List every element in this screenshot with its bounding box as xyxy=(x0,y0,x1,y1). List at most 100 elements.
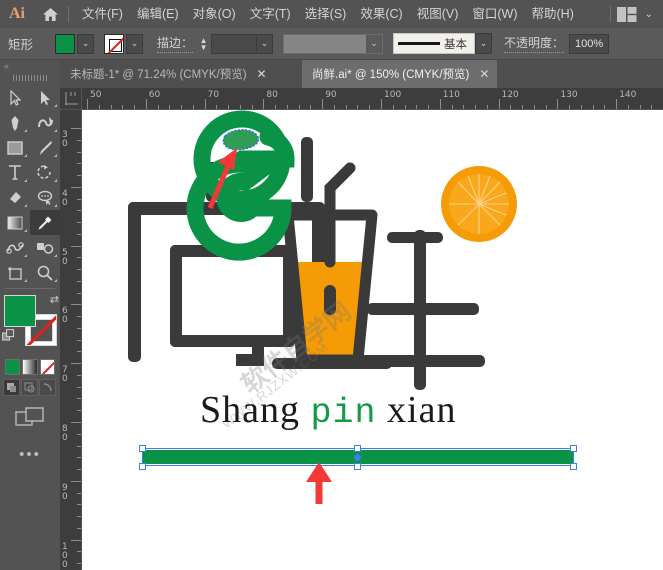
menu-edit[interactable]: 编辑(E) xyxy=(130,0,186,28)
tool-flyout-corner-icon xyxy=(24,179,27,182)
stroke-weight-dropdown-icon[interactable]: ⌄ xyxy=(256,35,272,53)
stroke-weight-stepper[interactable]: ▲▼ xyxy=(199,37,208,51)
menu-effect[interactable]: 效果(C) xyxy=(353,0,409,28)
fill-color-indicator[interactable] xyxy=(4,295,36,327)
selection-handle-bottom-right[interactable] xyxy=(570,463,577,470)
artboard-tool[interactable] xyxy=(0,260,30,285)
curvature-tool[interactable] xyxy=(30,110,60,135)
menu-type[interactable]: 文字(T) xyxy=(243,0,298,28)
ruler-tick-major xyxy=(205,99,206,110)
default-fill-stroke-icon[interactable] xyxy=(2,329,15,347)
tab-untitled-1-close-icon[interactable]: ✕ xyxy=(257,67,267,81)
shape-builder-tool[interactable] xyxy=(0,185,30,210)
app-logo-icon: Ai xyxy=(0,0,34,28)
ruler-label: 120 xyxy=(502,90,519,100)
blend-tool[interactable] xyxy=(0,235,30,260)
selection-handle-bottom-left[interactable] xyxy=(139,463,146,470)
ruler-label: 9 0 xyxy=(62,484,71,502)
workspace-chevron-down-icon[interactable]: ⌄ xyxy=(645,9,653,20)
fill-swatch-dropdown[interactable]: ⌄ xyxy=(77,34,94,54)
symbol-sprayer-tool[interactable] xyxy=(30,235,60,260)
tool-flyout-corner-icon xyxy=(24,154,27,157)
home-icon[interactable] xyxy=(34,0,66,28)
brush-definition-dropdown[interactable]: ⌄ xyxy=(475,33,492,54)
tab-shangxian-ai-label: 尚鲜.ai* @ 150% (CMYK/预览) xyxy=(312,66,469,82)
ruler-tick-major xyxy=(87,99,88,110)
stroke-swatch-group: ⌄ xyxy=(104,34,143,54)
color-mode-gradient[interactable] xyxy=(22,359,37,375)
selected-object-type-label: 矩形 xyxy=(8,34,33,53)
artboard-canvas[interactable]: 软件自学网 WWW.RJZXW.COM Shang pin xian xyxy=(82,110,663,570)
fill-color-swatch[interactable] xyxy=(55,34,75,54)
zoom-tool[interactable] xyxy=(30,260,60,285)
draw-normal-mode[interactable] xyxy=(3,379,20,396)
stroke-profile-field[interactable]: ⌄ xyxy=(283,34,383,54)
selection-handle-bottom-center[interactable] xyxy=(354,463,361,470)
selection-handle-top-center[interactable] xyxy=(354,445,361,452)
ruler-label: 4 0 xyxy=(62,190,71,208)
horizontal-ruler[interactable]: 5060708090100110120130140 xyxy=(82,88,663,110)
fill-swatch-group: ⌄ xyxy=(55,34,94,54)
rotate-tool[interactable] xyxy=(30,160,60,185)
brush-definition-field[interactable]: 基本 xyxy=(393,33,475,54)
opacity-value-field[interactable]: 100% xyxy=(569,34,609,54)
tagline-text: Shang pin xian xyxy=(200,388,456,433)
edit-toolbar-ellipsis-icon[interactable]: ••• xyxy=(0,428,60,463)
ruler-origin-corner[interactable] xyxy=(60,88,82,110)
rectangle-tool[interactable] xyxy=(0,135,30,160)
menu-divider xyxy=(68,6,69,22)
menu-window[interactable]: 窗口(W) xyxy=(465,0,524,28)
paintbrush-tool[interactable] xyxy=(30,135,60,160)
ruler-label: 130 xyxy=(560,90,577,100)
menu-object[interactable]: 对象(O) xyxy=(186,0,243,28)
tab-shangxian-ai[interactable]: 尚鲜.ai* @ 150% (CMYK/预览) ✕ xyxy=(302,60,497,88)
menu-select[interactable]: 选择(S) xyxy=(298,0,354,28)
selection-center-anchor[interactable] xyxy=(354,454,361,461)
draw-mode-buttons xyxy=(0,375,60,396)
draw-inside-mode[interactable] xyxy=(39,379,56,396)
tool-flyout-corner-icon xyxy=(54,104,57,107)
tab-untitled-1[interactable]: 未标题-1* @ 71.24% (CMYK/预览) ✕ xyxy=(60,60,275,88)
stroke-profile-dropdown-icon[interactable]: ⌄ xyxy=(366,35,382,53)
selection-handle-top-left[interactable] xyxy=(139,445,146,452)
selection-handle-top-right[interactable] xyxy=(570,445,577,452)
type-tool[interactable] xyxy=(0,160,30,185)
workspace-layout-icon[interactable] xyxy=(617,7,637,22)
stroke-color-swatch[interactable] xyxy=(104,34,124,54)
stroke-swatch-dropdown[interactable]: ⌄ xyxy=(126,34,143,54)
menu-view[interactable]: 视图(V) xyxy=(410,0,466,28)
ruler-label: 3 0 xyxy=(62,131,71,149)
tool-flyout-corner-icon xyxy=(54,204,57,207)
ruler-label: 90 xyxy=(325,90,336,100)
artwork-group: 软件自学网 WWW.RJZXW.COM Shang pin xian xyxy=(82,110,663,570)
tagline-part-2: pin xyxy=(311,393,377,433)
ruler-tick-major xyxy=(557,99,558,110)
control-options-bar: 矩形 ⌄ ⌄ 描边： ▲▼ ⌄ ⌄ 基本 ⌄ 不透明度： 100% xyxy=(0,28,663,60)
color-mode-flat[interactable] xyxy=(5,359,20,375)
eyedropper-tool[interactable] xyxy=(30,210,60,235)
screen-mode-icon[interactable] xyxy=(0,396,60,428)
tab-shangxian-ai-close-icon[interactable]: ✕ xyxy=(479,67,489,81)
ruler-tick-major xyxy=(71,187,82,188)
tools-panel-collapse-handle[interactable]: « xyxy=(0,60,60,72)
ruler-label: 50 xyxy=(90,90,101,100)
tool-flyout-corner-icon xyxy=(24,254,27,257)
tool-flyout-corner-icon xyxy=(24,229,27,232)
tagline-part-3: xian xyxy=(387,389,456,431)
vertical-ruler[interactable]: 3 04 05 06 07 08 09 01 0 0 xyxy=(60,110,82,570)
stroke-weight-field[interactable]: ⌄ xyxy=(211,34,273,54)
lasso-tool[interactable] xyxy=(30,185,60,210)
selection-tool[interactable] xyxy=(0,85,30,110)
menu-help[interactable]: 帮助(H) xyxy=(525,0,581,28)
direct-selection-tool[interactable] xyxy=(30,85,60,110)
juice-glass-icon xyxy=(288,168,372,360)
menu-file[interactable]: 文件(F) xyxy=(75,0,130,28)
swap-fill-stroke-icon[interactable]: ⇄ xyxy=(50,293,59,306)
pen-tool[interactable] xyxy=(0,110,30,135)
ruler-label: 80 xyxy=(266,90,277,100)
gradient-tool[interactable] xyxy=(0,210,30,235)
tab-untitled-1-label: 未标题-1* @ 71.24% (CMYK/预览) xyxy=(70,66,247,82)
color-mode-none[interactable] xyxy=(40,359,55,375)
tool-flyout-corner-icon xyxy=(54,279,57,282)
draw-behind-mode[interactable] xyxy=(21,379,38,396)
